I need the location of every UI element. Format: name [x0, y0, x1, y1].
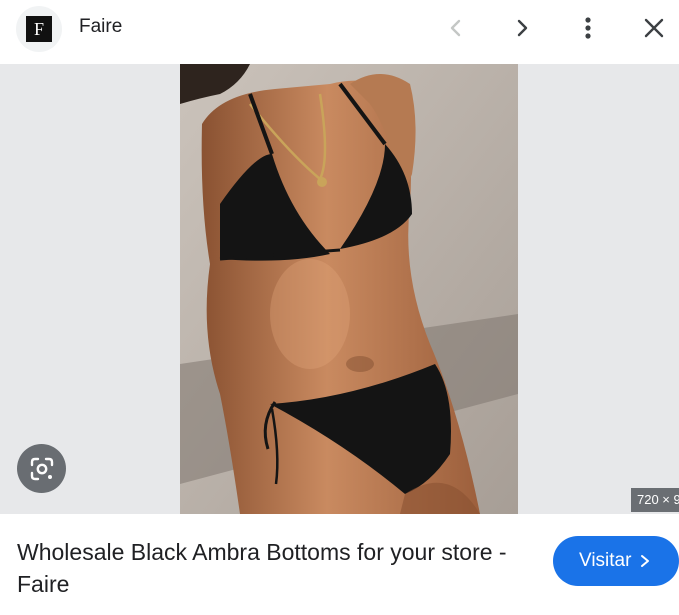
- logo-letter: F: [33, 19, 44, 39]
- more-vert-icon: [585, 17, 591, 39]
- chevron-right-icon: [641, 555, 650, 567]
- top-bar: F Faire: [0, 0, 679, 64]
- faire-logo: F: [26, 16, 52, 42]
- result-title[interactable]: Wholesale Black Ambra Bottoms for your s…: [17, 536, 537, 600]
- image-dimensions-badge: 720 × 9: [631, 488, 679, 512]
- visit-button[interactable]: Visitar: [553, 536, 679, 586]
- previous-button[interactable]: [436, 10, 476, 46]
- site-name[interactable]: Faire: [79, 16, 122, 38]
- chevron-left-icon: [450, 19, 461, 37]
- chevron-right-icon: [517, 19, 528, 37]
- close-button[interactable]: [634, 10, 674, 46]
- image-viewer: 720 × 9: [0, 64, 679, 514]
- swimwear-photo: [180, 64, 518, 514]
- next-button[interactable]: [502, 10, 542, 46]
- close-icon: [644, 18, 664, 38]
- lens-icon: [30, 457, 53, 480]
- result-info: Wholesale Black Ambra Bottoms for your s…: [0, 514, 679, 615]
- more-options-button[interactable]: [568, 10, 608, 46]
- lens-search-button[interactable]: [17, 444, 66, 493]
- site-avatar[interactable]: F: [16, 6, 62, 52]
- result-image[interactable]: [180, 64, 518, 514]
- visit-label: Visitar: [579, 550, 632, 571]
